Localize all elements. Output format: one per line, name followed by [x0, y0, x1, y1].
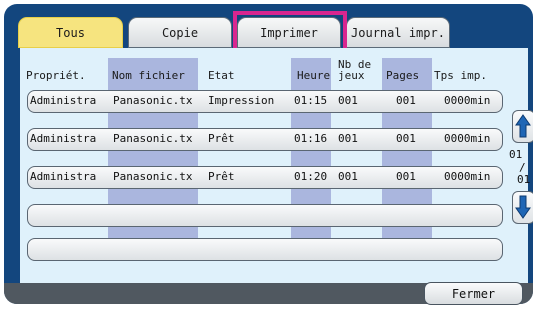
pages-column-band	[382, 58, 432, 261]
cell-sets: 001	[338, 170, 358, 183]
page-total: 01	[517, 173, 531, 186]
cell-owner: Administra	[30, 94, 97, 107]
cell-print-time: 0000min	[444, 170, 491, 183]
header-status: Etat	[208, 69, 235, 82]
cell-status: Prêt	[208, 170, 235, 183]
cell-filename: Panasonic.tx	[113, 170, 193, 183]
cell-time: 01:16	[294, 132, 328, 145]
filename-column-band	[108, 58, 198, 261]
tab-copy[interactable]: Copie	[128, 17, 232, 48]
job-row[interactable]: Administra Panasonic.tx Prêt 01:16 001 0…	[27, 128, 503, 151]
cell-filename: Panasonic.tx	[113, 94, 193, 107]
tab-print-log[interactable]: Journal impr.	[346, 17, 450, 48]
header-time: Heure	[297, 69, 331, 82]
scroll-up-button[interactable]	[512, 110, 533, 143]
header-filename: Nom fichier	[112, 69, 185, 82]
cell-pages: 001	[396, 170, 416, 183]
cell-owner: Administra	[30, 132, 97, 145]
tab-print-log-label: Journal impr.	[351, 25, 445, 40]
cell-pages: 001	[396, 132, 416, 145]
down-arrow-icon	[515, 195, 531, 219]
job-row[interactable]: Administra Panasonic.tx Impression 01:15…	[27, 90, 503, 113]
page-separator: /	[519, 161, 526, 174]
cell-pages: 001	[396, 94, 416, 107]
cell-print-time: 0000min	[444, 132, 491, 145]
job-status-frame: Tous Copie Imprimer Journal impr. Propri…	[4, 4, 533, 304]
job-row-empty[interactable]	[27, 238, 503, 261]
header-owner: Propriét.	[26, 69, 86, 82]
job-row-empty[interactable]	[27, 204, 503, 227]
scroll-down-button[interactable]	[512, 191, 533, 224]
cell-time: 01:15	[294, 94, 328, 107]
cell-print-time: 0000min	[444, 94, 491, 107]
close-button-label: Fermer	[451, 286, 496, 301]
close-button[interactable]: Fermer	[424, 282, 523, 305]
cell-status: Prêt	[208, 132, 235, 145]
cell-sets: 001	[338, 132, 358, 145]
header-pages: Pages	[386, 69, 420, 82]
page-current: 01	[509, 148, 523, 161]
header-sets: Nb de jeux	[338, 58, 372, 82]
job-row[interactable]: Administra Panasonic.tx Prêt 01:20 001 0…	[27, 166, 503, 189]
cell-status: Impression	[208, 94, 275, 107]
up-arrow-icon	[515, 114, 531, 138]
tab-all-label: Tous	[56, 25, 85, 40]
cell-time: 01:20	[294, 170, 328, 183]
tab-all[interactable]: Tous	[18, 17, 123, 48]
cell-filename: Panasonic.tx	[113, 132, 193, 145]
cell-sets: 001	[338, 94, 358, 107]
tab-copy-label: Copie	[161, 25, 199, 40]
header-print-time: Tps imp.	[434, 69, 487, 82]
time-column-band	[291, 58, 331, 261]
cell-owner: Administra	[30, 170, 97, 183]
